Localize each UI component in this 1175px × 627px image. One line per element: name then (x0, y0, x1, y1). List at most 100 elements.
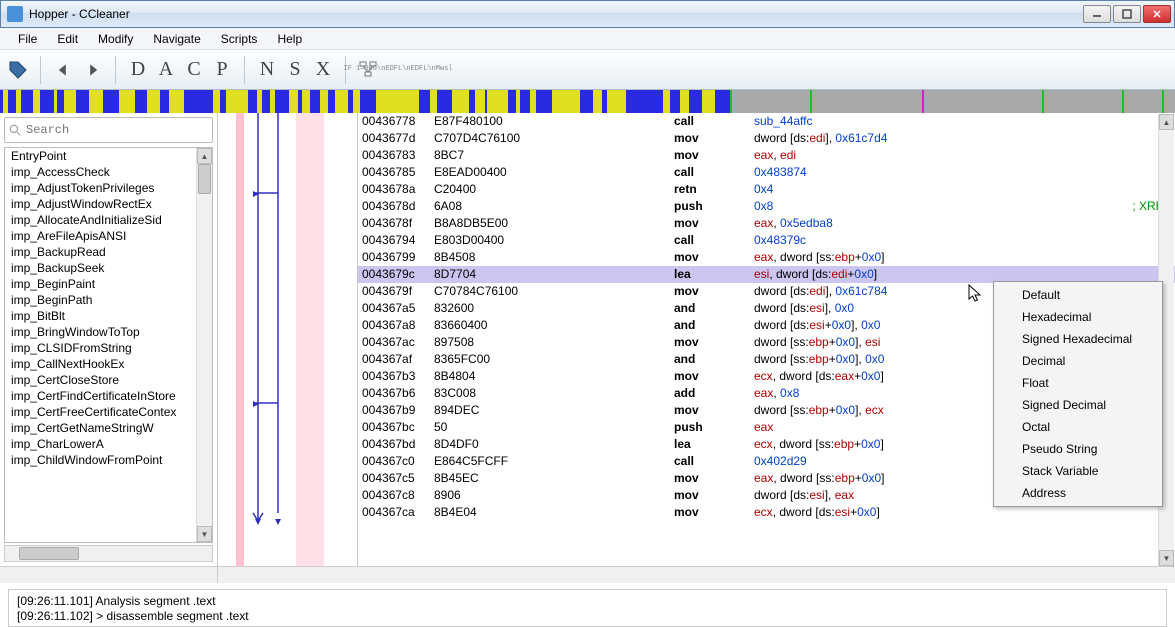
scroll-up-icon[interactable]: ▲ (1159, 114, 1174, 130)
code-line[interactable]: 00436783 8BC7moveax, edi (358, 147, 1175, 164)
mode-s-button[interactable]: S (283, 58, 307, 81)
code-line[interactable]: 00436794 E803D00400call0x48379c (358, 232, 1175, 249)
address: 00436783 (362, 147, 434, 164)
context-stack-variable[interactable]: Stack Variable (996, 460, 1160, 482)
search-input[interactable] (26, 123, 208, 137)
mode-c-button[interactable]: C (182, 58, 206, 81)
symbol-item[interactable]: imp_AdjustTokenPrivileges (5, 180, 212, 196)
minimize-button[interactable] (1083, 5, 1111, 23)
code-line[interactable]: 0043678a C20400retn0x4 (358, 181, 1175, 198)
maximize-button[interactable] (1113, 5, 1141, 23)
close-button[interactable] (1143, 5, 1171, 23)
window-title: Hopper - CCleaner (29, 7, 1083, 21)
code-line[interactable]: 00436785 E8EAD00400call0x483874 (358, 164, 1175, 181)
mode-n-button[interactable]: N (255, 58, 279, 81)
context-float[interactable]: Float (996, 372, 1160, 394)
nav-segment (205, 90, 213, 113)
code-line[interactable]: 00436778 E87F480100callsub_44affc (358, 113, 1175, 130)
separator (244, 56, 245, 84)
symbol-item[interactable]: imp_BringWindowToTop (5, 324, 212, 340)
scroll-down-icon[interactable]: ▼ (197, 526, 212, 542)
symbol-item[interactable]: imp_BitBlt (5, 308, 212, 324)
context-signed-decimal[interactable]: Signed Decimal (996, 394, 1160, 416)
symbol-item[interactable]: imp_CertFreeCertificateContex (5, 404, 212, 420)
address: 004367b6 (362, 385, 434, 402)
menu-edit[interactable]: Edit (47, 29, 88, 49)
symbol-item[interactable]: imp_CLSIDFromString (5, 340, 212, 356)
symbol-item[interactable]: imp_BackupSeek (5, 260, 212, 276)
symbol-item[interactable]: EntryPoint (5, 148, 212, 164)
symbol-item[interactable]: imp_BeginPaint (5, 276, 212, 292)
code-line[interactable]: 0043677d C707D4C76100movdword [ds:edi], … (358, 130, 1175, 147)
bytes: 8D4DF0 (434, 436, 674, 453)
scroll-up-icon[interactable]: ▲ (197, 148, 212, 164)
bytes: E864C5FCFF (434, 453, 674, 470)
menu-modify[interactable]: Modify (88, 29, 143, 49)
bytes: 8B4508 (434, 249, 674, 266)
mode-a-button[interactable]: A (154, 58, 178, 81)
code-line[interactable]: 0043678f B8A8DB5E00moveax, 0x5edba8 (358, 215, 1175, 232)
nav-back-icon[interactable] (51, 58, 75, 82)
context-address[interactable]: Address (996, 482, 1160, 504)
symbol-item[interactable]: imp_CertFindCertificateInStore (5, 388, 212, 404)
log-console[interactable]: [09:26:11.101] Analysis segment .text[09… (8, 589, 1167, 627)
nav-segment (573, 90, 580, 113)
context-pseudo-string[interactable]: Pseudo String (996, 438, 1160, 460)
context-hexadecimal[interactable]: Hexadecimal (996, 306, 1160, 328)
address: 0043679c (362, 266, 434, 283)
mnemonic: add (674, 385, 754, 402)
mnemonic: call (674, 164, 754, 181)
code-line[interactable]: 0043678d 6A08push0x8 ; XREF (358, 198, 1175, 215)
menu-navigate[interactable]: Navigate (143, 29, 210, 49)
symbol-item[interactable]: imp_CallNextHookEx (5, 356, 212, 372)
nav-segment (193, 90, 200, 113)
mode-p-button[interactable]: P (210, 58, 234, 81)
context-default[interactable]: Default (996, 284, 1160, 306)
section-nav-strip[interactable] (0, 90, 1175, 113)
nav-segment (92, 90, 100, 113)
titlebar: Hopper - CCleaner (0, 0, 1175, 28)
symbols-hscroll[interactable] (4, 545, 213, 562)
address: 00436794 (362, 232, 434, 249)
nav-segment (508, 90, 516, 113)
scroll-down-icon[interactable]: ▼ (1159, 550, 1174, 566)
menu-help[interactable]: Help (267, 29, 312, 49)
bytes: 832600 (434, 300, 674, 317)
symbol-item[interactable]: imp_AccessCheck (5, 164, 212, 180)
symbol-item[interactable]: imp_AreFileApisANSI (5, 228, 212, 244)
symbol-item[interactable]: imp_CharLowerA (5, 436, 212, 452)
symbol-item[interactable]: imp_AllocateAndInitializeSid (5, 212, 212, 228)
mnemonic: mov (674, 368, 754, 385)
symbol-item[interactable]: imp_BackupRead (5, 244, 212, 260)
nav-segment (421, 90, 430, 113)
symbol-item[interactable]: imp_ChildWindowFromPoint (5, 452, 212, 468)
symbol-item[interactable]: imp_CertCloseStore (5, 372, 212, 388)
nav-segment (922, 90, 924, 113)
nav-forward-icon[interactable] (81, 58, 105, 82)
mnemonic: mov (674, 130, 754, 147)
symbol-item[interactable]: imp_BeginPath (5, 292, 212, 308)
menu-file[interactable]: File (8, 29, 47, 49)
search-box[interactable] (4, 117, 213, 143)
scroll-thumb[interactable] (19, 547, 79, 560)
mode-x-button[interactable]: X (311, 58, 335, 81)
symbol-item[interactable]: imp_AdjustWindowRectEx (5, 196, 212, 212)
mnemonic: mov (674, 504, 754, 521)
context-signed-hexadecimal[interactable]: Signed Hexadecimal (996, 328, 1160, 350)
mode-d-button[interactable]: D (126, 58, 150, 81)
context-decimal[interactable]: Decimal (996, 350, 1160, 372)
symbols-list[interactable]: EntryPointimp_AccessCheckimp_AdjustToken… (4, 147, 213, 543)
mnemonic: mov (674, 283, 754, 300)
code-line[interactable]: 00436799 8B4508moveax, dword [ss:ebp+0x0… (358, 249, 1175, 266)
text-list-icon[interactable]: IF 1=000\nEDFL\nEDFL\nMwsl (386, 58, 410, 82)
code-hscroll[interactable] (218, 567, 1175, 583)
context-octal[interactable]: Octal (996, 416, 1160, 438)
nav-segment (389, 90, 396, 113)
scroll-thumb[interactable] (198, 164, 211, 194)
nav-segment (1122, 90, 1124, 113)
menu-scripts[interactable]: Scripts (211, 29, 268, 49)
symbol-item[interactable]: imp_CertGetNameStringW (5, 420, 212, 436)
symbols-vscroll[interactable]: ▲ ▼ (196, 148, 212, 542)
nav-segment (367, 90, 376, 113)
tag-icon[interactable] (6, 58, 30, 82)
